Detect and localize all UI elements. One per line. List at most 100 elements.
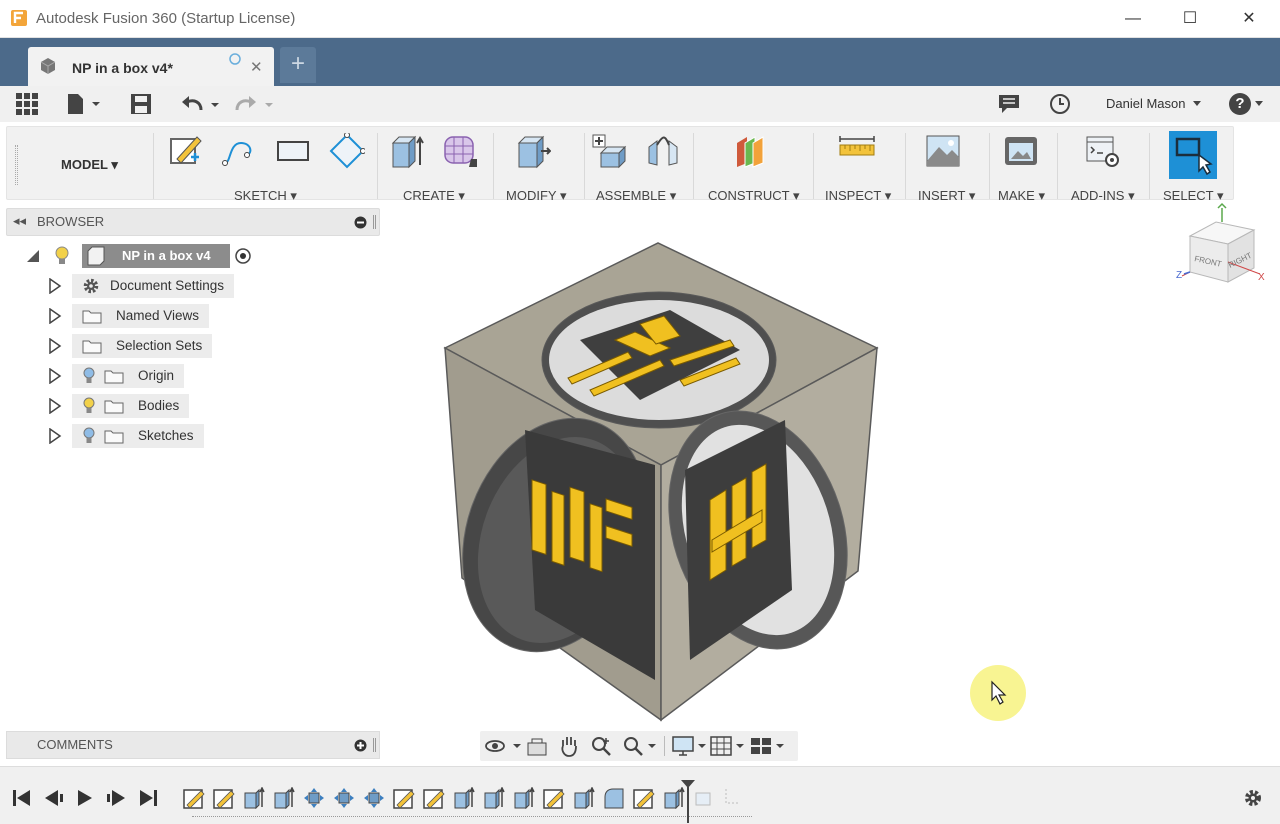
create-sketch-icon[interactable] [167,133,203,169]
construct-group-label[interactable]: CONSTRUCT ▾ [708,188,800,204]
rectangle-icon[interactable] [275,133,311,169]
tree-root-row[interactable]: NP in a box v4 [26,244,266,268]
timeline-feature-suppressed[interactable] [722,787,744,809]
look-at-icon[interactable] [526,735,548,757]
spline-icon[interactable] [221,133,257,169]
ribbon-grip[interactable] [15,145,18,185]
insert-image-icon[interactable] [925,133,961,169]
offset-plane-icon[interactable] [733,133,769,169]
undo-icon[interactable] [181,94,221,114]
viewports-icon[interactable] [750,735,786,757]
timeline-feature-sketch[interactable] [633,787,655,809]
expand-arrow-icon[interactable] [26,249,40,263]
visibility-bulb-icon[interactable] [82,427,96,445]
timeline-feature-sketch[interactable] [423,787,445,809]
make-group-label[interactable]: MAKE ▾ [998,188,1045,204]
new-component-icon[interactable] [591,133,627,169]
timeline-feature-sketch[interactable] [543,787,565,809]
tree-root-highlight[interactable]: NP in a box v4 [82,244,230,268]
timeline-feature-move[interactable] [303,787,325,809]
visibility-bulb-icon[interactable] [82,397,96,415]
timeline-feature-extrude[interactable] [273,786,295,810]
select-button[interactable] [1169,131,1217,179]
extrude-icon[interactable] [389,133,425,169]
maximize-button[interactable]: ☐ [1178,8,1202,30]
timeline-feature-extrude[interactable] [513,786,535,810]
user-name[interactable]: Daniel Mason [1106,96,1186,111]
timeline-feature-sketch[interactable] [183,787,205,809]
visibility-bulb-icon[interactable] [82,367,96,385]
measure-icon[interactable] [839,133,875,169]
tree-item[interactable]: Selection Sets [48,334,248,358]
pan-hand-icon[interactable] [558,734,580,758]
step-forward-icon[interactable] [106,789,126,807]
zoom-icon[interactable] [590,735,612,757]
clock-icon[interactable] [1049,93,1071,115]
timeline-marker[interactable] [680,779,696,823]
timeline-feature-move[interactable] [363,787,385,809]
chevron-down-icon[interactable] [1254,100,1264,108]
document-tab[interactable]: NP in a box v4* ✕ [28,47,274,86]
assemble-group-label[interactable]: ASSEMBLE ▾ [596,188,676,204]
tree-item-chip[interactable]: Selection Sets [72,334,213,358]
scripts-addins-icon[interactable] [1085,133,1121,169]
step-back-icon[interactable] [44,789,64,807]
tree-item-chip[interactable]: Sketches [72,424,204,448]
tree-item[interactable]: Bodies [48,394,248,418]
timeline-feature-move[interactable] [333,787,355,809]
go-to-end-icon[interactable] [138,789,158,807]
sketch-group-label[interactable]: SKETCH ▾ [234,188,297,204]
tree-item-chip[interactable]: Document Settings [72,274,235,298]
display-settings-icon[interactable] [672,735,708,757]
close-window-button[interactable]: ✕ [1237,8,1261,30]
browser-header[interactable]: ◂◂ BROWSER [6,208,380,236]
timeline-feature-extrude[interactable] [243,786,265,810]
activate-radio-icon[interactable] [234,247,252,265]
save-icon[interactable] [130,93,152,115]
3d-print-icon[interactable] [1003,133,1039,169]
inspect-group-label[interactable]: INSPECT ▾ [825,188,891,204]
expand-arrow-icon[interactable] [48,338,62,354]
expand-arrow-icon[interactable] [48,368,62,384]
press-pull-icon[interactable] [515,133,551,169]
create-form-icon[interactable] [443,133,479,169]
polygon-icon[interactable] [329,133,365,169]
file-menu-icon[interactable] [66,93,102,115]
timeline-feature-fillet[interactable] [603,787,625,809]
job-status-icon[interactable] [998,94,1020,114]
orbit-icon[interactable] [484,735,524,757]
collapse-browser-icon[interactable]: ◂◂ [13,213,26,229]
timeline-feature-extrude[interactable] [573,786,595,810]
play-icon[interactable] [76,789,94,807]
new-tab-button[interactable]: + [280,47,316,83]
expand-arrow-icon[interactable] [48,398,62,414]
timeline-feature-sketch[interactable] [393,787,415,809]
modify-group-label[interactable]: MODIFY ▾ [506,188,566,204]
comments-header[interactable]: COMMENTS [6,731,380,759]
panel-grip[interactable] [373,215,376,229]
create-group-label[interactable]: CREATE ▾ [403,188,465,204]
grid-settings-icon[interactable] [710,735,746,757]
data-panel-grid-icon[interactable] [16,93,38,115]
plus-circle-icon[interactable] [354,739,367,752]
tree-item[interactable]: Sketches [48,424,248,448]
insert-group-label[interactable]: INSERT ▾ [918,188,975,204]
model-viewport[interactable] [440,240,885,722]
tree-item[interactable]: Origin [48,364,248,388]
joint-icon[interactable] [645,133,681,169]
timeline-feature-sketch[interactable] [213,787,235,809]
go-to-start-icon[interactable] [12,789,32,807]
timeline-feature-extrude[interactable] [453,786,475,810]
redo-icon[interactable] [235,94,275,114]
addins-group-label[interactable]: ADD-INS ▾ [1071,188,1135,204]
timeline-feature-extrude[interactable] [483,786,505,810]
minus-circle-icon[interactable] [354,216,367,229]
tree-item[interactable]: Document Settings [48,274,248,298]
minimize-button[interactable]: — [1121,8,1145,30]
expand-arrow-icon[interactable] [48,428,62,444]
tree-item-chip[interactable]: Bodies [72,394,190,418]
panel-grip[interactable] [373,738,376,752]
timeline-settings-gear-icon[interactable] [1242,787,1264,809]
expand-arrow-icon[interactable] [48,308,62,324]
visibility-bulb-icon[interactable] [54,246,70,266]
